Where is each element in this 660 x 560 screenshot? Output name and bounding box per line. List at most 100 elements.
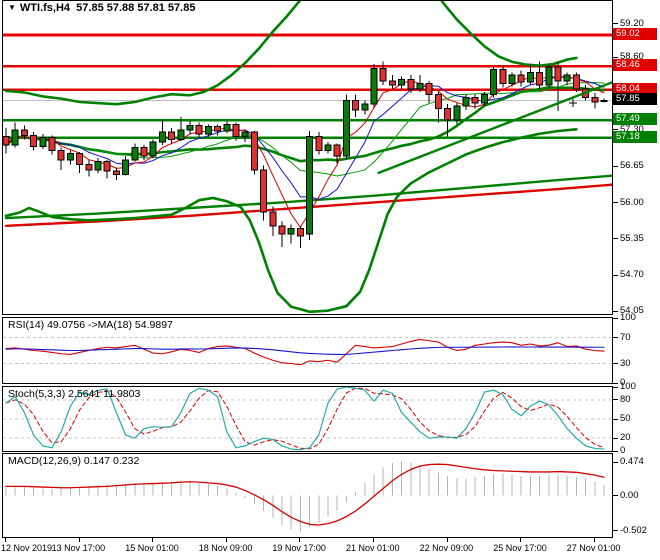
candle-body (287, 228, 295, 235)
candle-body (103, 161, 111, 172)
axis-tick (613, 495, 618, 496)
candle-body (158, 131, 166, 143)
candle-body (536, 71, 544, 86)
time-tick-label: 25 Nov 17:00 (493, 543, 547, 553)
candle-body (131, 147, 139, 161)
time-axis[interactable]: 12 Nov 2019 13 Nov 17:00 15 Nov 01:00 18 No… (0, 538, 660, 560)
candle-body (306, 136, 314, 235)
candle-body (269, 211, 277, 227)
candle-body (453, 105, 461, 121)
stoch-tick-label: 80 (620, 393, 631, 405)
axis-tick (613, 310, 618, 312)
candle-body (66, 152, 74, 161)
candle-body (214, 126, 222, 132)
candle-body (361, 103, 369, 111)
price-tick-label: 55.35 (620, 232, 644, 244)
price-axis[interactable]: 59.2058.6057.9557.3056.6556.0055.3554.70… (613, 0, 660, 538)
candle-body (508, 74, 516, 85)
price-badge-57.49: 57.49 (613, 113, 657, 126)
candle-body (195, 124, 203, 135)
axis-tick (613, 56, 618, 58)
candle-body (554, 66, 562, 82)
candle-body (471, 97, 479, 104)
candle-body (591, 97, 599, 103)
candle-body (278, 225, 286, 235)
time-tick-label: 13 Nov 17:00 (51, 543, 106, 553)
rsi-tick-label: 100 (620, 312, 636, 323)
macd-tick-label: 0.474 (620, 456, 644, 468)
stochastic-label: Stoch(5,3,3) 2.5641 11.9803 (8, 388, 141, 400)
time-tick (446, 538, 448, 542)
candle-body (85, 163, 93, 171)
candle-body (94, 161, 102, 171)
axis-tick (613, 382, 618, 384)
candle-body (370, 68, 378, 105)
time-tick (373, 538, 374, 542)
candle-body (517, 74, 525, 83)
candle-body (352, 99, 360, 111)
price-badge-59.02: 59.02 (613, 28, 657, 41)
time-tick-label: 12 Nov 2019 (1, 543, 53, 553)
rsi-panel[interactable]: RSI(14) 49.0756 ->MA(18) 54.9897 (2, 317, 613, 384)
time-tick (593, 538, 595, 542)
time-tick-label: 22 Nov 09:00 (419, 543, 474, 553)
candle-body (149, 141, 157, 157)
candle-body (20, 129, 28, 136)
main-chart-canvas[interactable] (3, 1, 612, 314)
candle-body (480, 94, 488, 104)
candle-body (407, 79, 415, 90)
stoch-tick-label: 50 (620, 413, 631, 424)
candle-body (379, 68, 387, 82)
time-tick (78, 538, 80, 542)
axis-tick (613, 386, 618, 388)
candle-body (563, 74, 571, 82)
axis-tick (613, 274, 618, 276)
chart-window: ▼ WTI.fs,H4 57.85 57.88 57.81 57.85 RSI(1… (0, 0, 660, 560)
stoch-tick-label: 20 (620, 432, 631, 444)
candle-body (333, 144, 341, 157)
time-tick (152, 538, 154, 542)
axis-tick (613, 399, 618, 401)
candle-body (3, 136, 10, 146)
candle-body (499, 69, 507, 85)
rsi_ma-line (5, 346, 605, 355)
time-tick-label: 21 Nov 01:00 (346, 543, 400, 553)
axis-tick (613, 238, 618, 240)
candle-body (545, 66, 553, 86)
price-tick-label: 56.00 (620, 196, 644, 208)
candle-body (444, 108, 452, 121)
macd-tick-label: -0.502 (620, 524, 647, 536)
candle-body (425, 83, 433, 96)
time-tick-label: 15 Nov 01:00 (125, 543, 179, 553)
candle-body (122, 159, 130, 176)
chart-title: ▼ WTI.fs,H4 57.85 57.88 57.81 57.85 (8, 2, 195, 14)
candle-body (232, 123, 240, 138)
macd-panel[interactable]: MACD(12,26,9) 0.147 0.232 (2, 453, 613, 538)
symbol-dropdown-icon[interactable]: ▼ (8, 3, 16, 12)
candle-body (398, 79, 406, 86)
candle-body (57, 150, 65, 161)
time-tick (5, 538, 6, 542)
candle-body (76, 152, 84, 165)
candle-body (168, 131, 176, 140)
axis-tick (613, 202, 618, 204)
candle-body (434, 94, 442, 110)
candle-body (490, 69, 498, 96)
candle-body (342, 99, 350, 157)
candle-body (241, 131, 249, 138)
price-tick-label: 54.70 (620, 269, 644, 281)
candle-body (315, 136, 323, 152)
stochastic-panel[interactable]: Stoch(5,3,3) 2.5641 11.9803 (2, 386, 613, 452)
rsi-tick-label: 30 (620, 357, 631, 369)
candle-body (204, 126, 212, 135)
axis-tick (613, 165, 618, 167)
candle-body (416, 83, 424, 90)
main-chart-panel[interactable]: ▼ WTI.fs,H4 57.85 57.88 57.81 57.85 (2, 0, 613, 315)
support-trend-line (377, 81, 612, 175)
axis-tick (613, 337, 618, 338)
candle-body (30, 134, 38, 148)
macd-signal-line (5, 463, 605, 526)
axis-tick (613, 437, 618, 439)
axis-tick (613, 418, 618, 420)
candle-body (462, 97, 470, 107)
